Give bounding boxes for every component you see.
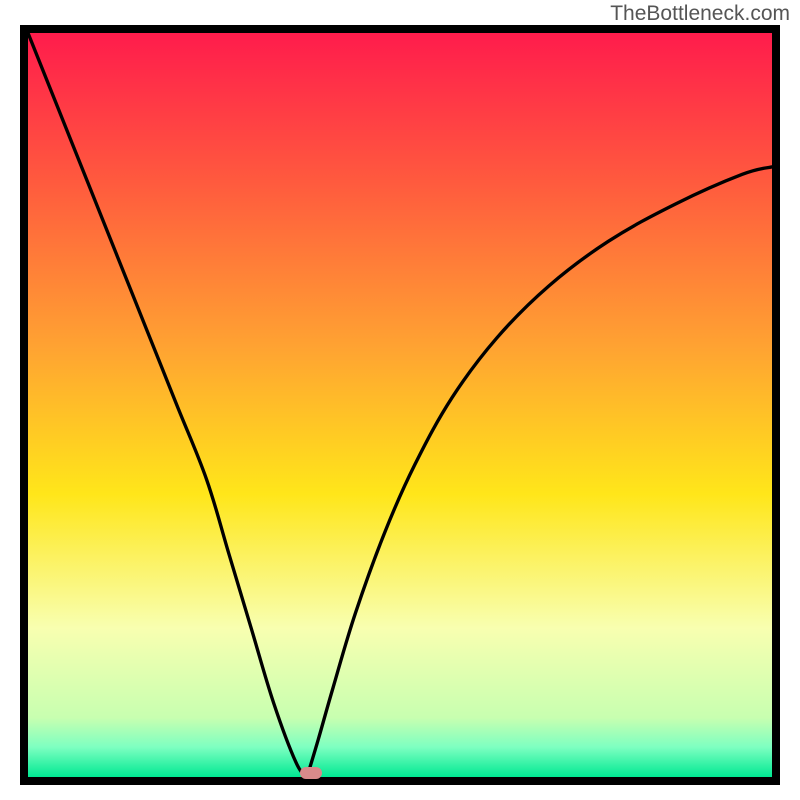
curve-right-path	[307, 167, 772, 777]
plot-frame	[20, 25, 780, 785]
curve-left-path	[28, 33, 307, 777]
bottleneck-curve	[28, 33, 772, 777]
chart-container: TheBottleneck.com	[0, 0, 800, 800]
optimal-point-marker	[300, 767, 322, 779]
watermark-text: TheBottleneck.com	[610, 2, 790, 26]
